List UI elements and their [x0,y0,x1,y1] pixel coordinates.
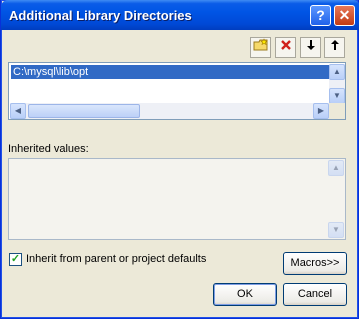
inherit-checkbox[interactable]: ✓ [9,253,22,266]
scroll-down-icon: ▼ [328,222,344,238]
macros-button[interactable]: Macros>> [283,252,347,275]
new-folder-button[interactable] [250,37,271,58]
move-down-button[interactable] [300,37,321,58]
scrollbar-corner [329,103,345,119]
horizontal-scrollbar[interactable]: ◀ ▶ [10,103,329,119]
scroll-up-icon: ▲ [328,160,344,176]
scroll-thumb[interactable] [28,104,140,118]
scroll-left-icon[interactable]: ◀ [10,103,26,119]
directories-list[interactable]: C:\mysql\lib\opt ▲ ▼ ◀ ▶ [8,62,346,120]
scroll-down-icon[interactable]: ▼ [329,88,345,104]
delete-icon [280,40,292,54]
vertical-scrollbar[interactable]: ▲ ▼ [329,64,345,104]
inherited-scrollbar: ▲ ▼ [328,160,344,238]
scroll-right-icon[interactable]: ▶ [313,103,329,119]
delete-button[interactable] [275,37,296,58]
inherited-values-label: Inherited values: [8,143,89,155]
dialog-window: Additional Library Directories ? ✕ C:\my… [0,0,359,319]
inherit-checkbox-label[interactable]: Inherit from parent or project defaults [26,253,206,265]
help-button[interactable]: ? [310,5,331,26]
inherited-values-list: ▲ ▼ [8,158,346,240]
window-title: Additional Library Directories [9,8,192,23]
move-up-icon [330,40,340,54]
move-down-icon [306,40,316,54]
close-button[interactable]: ✕ [334,5,355,26]
ok-button[interactable]: OK [213,283,277,306]
move-up-button[interactable] [324,37,345,58]
title-bar[interactable]: Additional Library Directories ? ✕ [1,0,359,30]
new-folder-icon [253,38,269,55]
list-item[interactable]: C:\mysql\lib\opt [11,65,331,79]
scroll-up-icon[interactable]: ▲ [329,64,345,80]
cancel-button[interactable]: Cancel [283,283,347,306]
